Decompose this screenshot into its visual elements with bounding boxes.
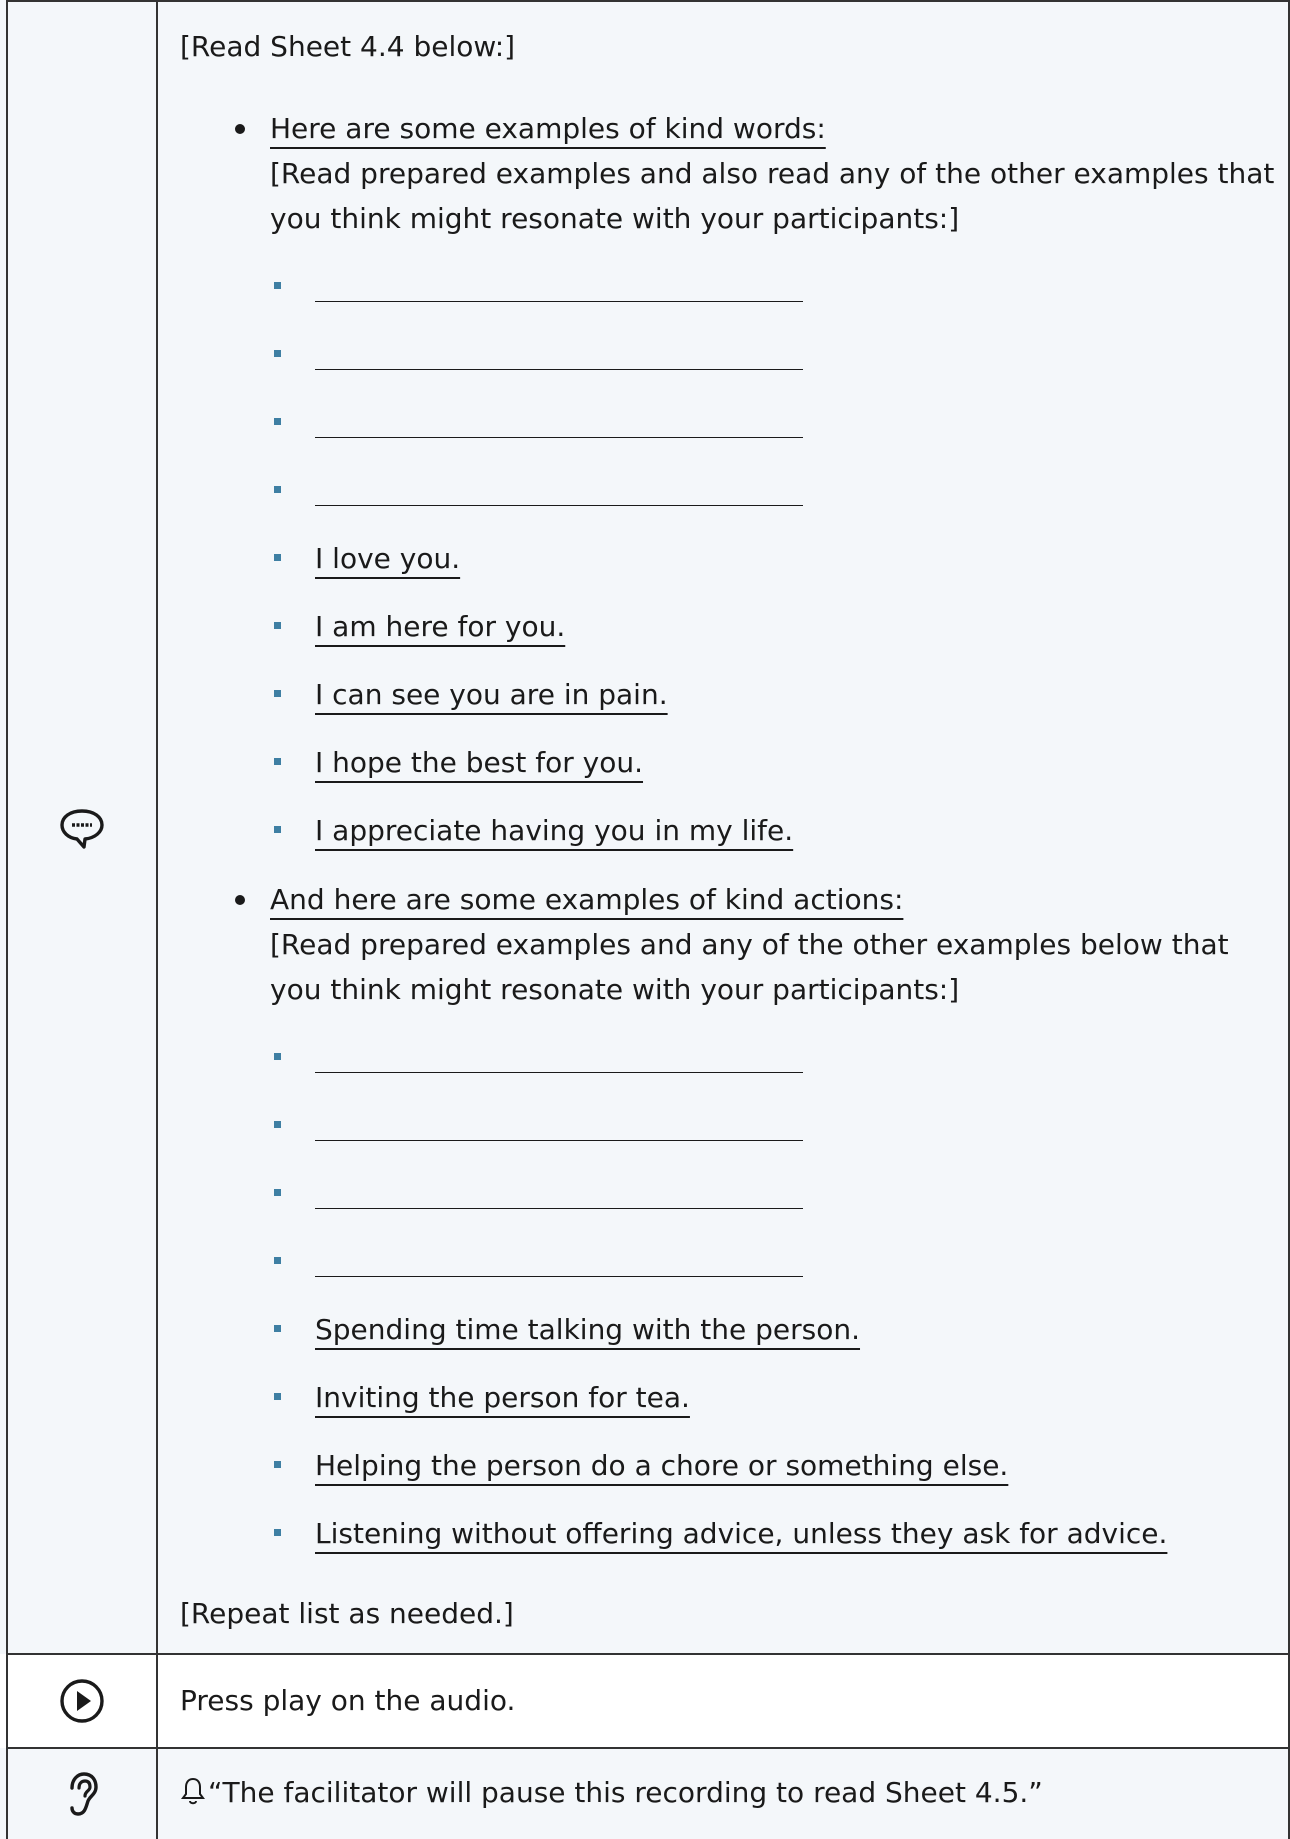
blank-line [315,437,803,438]
column-divider [156,0,158,1839]
blank-line [315,505,803,506]
play-instruction: Press play on the audio. [180,1684,516,1717]
actions-heading: And here are some examples of kind actio… [270,883,904,916]
bullet-square [274,1529,281,1536]
speech-bubble-icon [60,809,104,849]
bullet-square [274,1257,281,1264]
bullet-square [274,1053,281,1060]
blank-line [315,369,803,370]
actions-instruction: [Read prepared examples and any of the o… [270,928,1229,1006]
actions-example: Spending time talking with the person. [315,1313,861,1346]
bullet-square [274,622,281,629]
blank-line [315,1072,803,1073]
bullet-square [274,1189,281,1196]
blank-line [315,1208,803,1209]
content-cell: Press play on the audio. [158,1654,1288,1748]
content-cell: “The facilitator will pause this recordi… [158,1748,1288,1839]
bullet-words [235,124,245,134]
blank-line [315,1140,803,1141]
bullet-square [274,486,281,493]
ear-icon [70,1771,98,1816]
words-example: I am here for you. [315,610,566,643]
bell-icon [181,1777,205,1805]
words-heading: Here are some examples of kind words: [270,112,826,145]
bullet-square [274,1461,281,1468]
actions-example: Inviting the person for tea. [315,1381,690,1414]
intro-text: [Read Sheet 4.4 below:] [180,30,516,63]
words-example: I hope the best for you. [315,746,644,779]
bullet-actions [235,895,245,905]
listen-row: “The facilitator will pause this recordi… [0,1748,1290,1839]
actions-example: Listening without offering advice, unles… [315,1517,1168,1550]
bullet-square [274,690,281,697]
facilitator-table: [Read Sheet 4.4 below:] Here are some ex… [0,0,1290,1839]
words-example: I love you. [315,542,461,575]
content-cell: [Read Sheet 4.4 below:] Here are some ex… [158,0,1288,1654]
blank-line [315,1276,803,1277]
words-example: I can see you are in pain. [315,678,668,711]
instruction-row: [Read Sheet 4.4 below:] Here are some ex… [0,0,1290,1654]
table-border-left [6,0,8,1839]
bullet-square [274,554,281,561]
bullet-square [274,758,281,765]
actions-example: Helping the person do a chore or somethi… [315,1449,1009,1482]
listen-quote: “The facilitator will pause this recordi… [208,1776,1043,1809]
bullet-square [274,1325,281,1332]
row-divider [6,1747,1290,1749]
bullet-square [274,350,281,357]
outro-text: [Repeat list as needed.] [180,1597,514,1630]
blank-line [315,301,803,302]
bullet-square [274,282,281,289]
words-example: I appreciate having you in my life. [315,814,794,847]
bullet-square [274,1393,281,1400]
icon-cell [8,1654,156,1748]
row-divider [6,0,1290,2]
bullet-square [274,1121,281,1128]
words-instruction: [Read prepared examples and also read an… [270,157,1275,235]
bullet-square [274,418,281,425]
icon-cell [8,1748,156,1839]
icon-cell [8,0,156,1654]
play-row: Press play on the audio. [0,1654,1290,1748]
play-icon [60,1679,104,1723]
row-divider [6,1653,1290,1655]
bullet-square [274,826,281,833]
